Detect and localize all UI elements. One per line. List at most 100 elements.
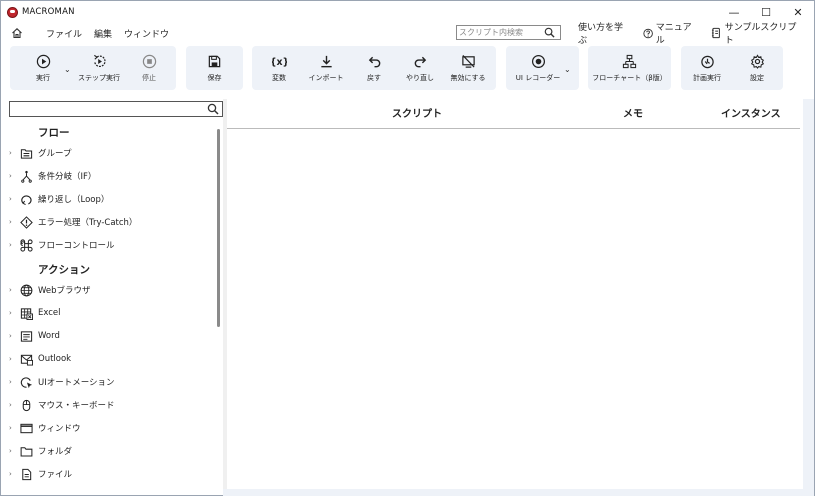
ui-recorder-button[interactable]: UI レコーダー — [510, 46, 566, 90]
variables-label: 変数 — [272, 73, 286, 82]
tree-item-ui-automation[interactable]: › UIオートメーション — [1, 373, 213, 391]
flowchart-icon — [622, 54, 637, 68]
script-search-input[interactable] — [457, 26, 543, 39]
tree-item-label: エラー処理（Try-Catch） — [38, 218, 138, 228]
disable-button[interactable]: 無効にする — [446, 46, 490, 90]
settings-label: 設定 — [750, 73, 764, 82]
variable-braces-icon: {x} — [272, 56, 287, 67]
header-divider — [227, 128, 800, 129]
script-search-box — [456, 25, 561, 40]
tree-item-try-catch[interactable]: › エラー処理（Try-Catch） — [1, 213, 213, 231]
tree-item-label: 条件分岐（IF） — [38, 172, 97, 182]
chevron-right-icon[interactable]: › — [9, 355, 16, 363]
tree-item-file[interactable]: › ファイル — [1, 465, 213, 483]
tree-search-box — [9, 101, 223, 117]
chevron-right-icon[interactable]: › — [9, 401, 16, 409]
flowchart-button[interactable]: フローチャート（β版） — [588, 46, 671, 90]
settings-button[interactable]: 設定 — [737, 46, 777, 90]
stop-icon — [142, 54, 156, 68]
action-tree-pane: フロー › グループ › 条件分岐（IF） › 繰り返し（Loop） › エラー… — [1, 99, 223, 496]
redo-icon — [414, 56, 426, 67]
word-icon — [20, 330, 33, 342]
menu-window[interactable]: ウィンドウ — [124, 27, 169, 40]
app-title: MACROMAN — [22, 7, 75, 17]
search-icon[interactable] — [544, 27, 555, 38]
tree-item-excel[interactable]: › Excel — [1, 304, 213, 322]
chevron-right-icon[interactable]: › — [9, 195, 16, 203]
run-button[interactable]: 実行 — [24, 46, 62, 90]
toolbar: 実行 ⌄ ステップ実行 停止 保存 x 変数 インポート 戻す やり直し 無効に… — [1, 43, 814, 95]
window-icon — [20, 423, 33, 433]
tree-item-label: ファイル — [38, 470, 73, 480]
tree-item-folder[interactable]: › フォルダ — [1, 442, 213, 460]
redo-button[interactable]: やり直し — [398, 46, 442, 90]
chevron-right-icon[interactable]: › — [9, 286, 16, 294]
home-icon[interactable] — [11, 27, 23, 39]
chevron-right-icon[interactable]: › — [9, 172, 16, 180]
column-header-instance[interactable]: インスタンス — [721, 105, 781, 120]
column-header-script[interactable]: スクリプト — [392, 105, 442, 120]
chevron-right-icon[interactable]: › — [9, 149, 16, 157]
tree-item-mouse-keyboard[interactable]: › マウス・キーボード — [1, 396, 213, 414]
chevron-right-icon[interactable]: › — [9, 424, 16, 432]
tree-item-label: Excel — [38, 308, 61, 318]
chevron-right-icon[interactable]: › — [9, 378, 16, 386]
tree-item-if[interactable]: › 条件分岐（IF） — [1, 167, 213, 185]
stop-label: 停止 — [142, 73, 156, 82]
tree-item-outlook[interactable]: › Outlook — [1, 350, 213, 368]
globe-icon — [20, 284, 33, 296]
recorder-dropdown-chevron-icon[interactable]: ⌄ — [564, 65, 571, 74]
disable-label: 無効にする — [450, 73, 486, 82]
app-window: MACROMAN — ☐ ✕ ファイル 編集 ウィンドウ 使い方を学ぶ — [0, 0, 815, 496]
undo-button[interactable]: 戻す — [356, 46, 392, 90]
schedule-settings-group: 計画実行 設定 — [681, 46, 783, 90]
chevron-right-icon[interactable]: › — [9, 470, 16, 478]
record-icon — [531, 54, 545, 68]
scheduled-run-button[interactable]: 計画実行 — [685, 46, 729, 90]
menu-bar: ファイル 編集 ウィンドウ 使い方を学ぶ マニュアル — [1, 23, 814, 46]
tree-item-word[interactable]: › Word — [1, 327, 213, 345]
chevron-right-icon[interactable]: › — [9, 447, 16, 455]
menu-file[interactable]: ファイル — [46, 27, 82, 40]
tree-item-flow-control[interactable]: › フローコントロール — [1, 236, 213, 254]
chevron-right-icon[interactable]: › — [9, 309, 16, 317]
tree-item-label: Word — [38, 331, 60, 341]
tree-item-web-browser[interactable]: › Webブラウザ — [1, 281, 213, 299]
file-icon — [22, 468, 32, 480]
import-button[interactable]: インポート — [304, 46, 348, 90]
menu-edit[interactable]: 編集 — [94, 27, 112, 40]
search-icon[interactable] — [207, 103, 219, 115]
group-icon — [20, 148, 33, 159]
chevron-right-icon[interactable]: › — [9, 332, 16, 340]
outlook-icon — [20, 354, 33, 366]
undo-icon — [368, 56, 380, 67]
save-button[interactable]: 保存 — [186, 46, 243, 90]
tree-scrollbar[interactable] — [217, 129, 220, 327]
tree-search-input[interactable] — [10, 102, 204, 116]
column-header-memo[interactable]: メモ — [623, 105, 643, 120]
chevron-right-icon[interactable]: › — [9, 218, 16, 226]
run-dropdown-chevron-icon[interactable]: ⌄ — [64, 65, 71, 74]
tree-item-label: UIオートメーション — [38, 378, 115, 388]
tree-item-window[interactable]: › ウィンドウ — [1, 419, 213, 437]
tree-item-group[interactable]: › グループ — [1, 144, 213, 162]
tree-item-label: 繰り返し（Loop） — [38, 195, 110, 205]
save-icon — [208, 55, 221, 67]
tree-item-label: マウス・キーボード — [38, 401, 115, 411]
tree-item-loop[interactable]: › 繰り返し（Loop） — [1, 190, 213, 208]
redo-label: やり直し — [406, 73, 434, 82]
step-run-button[interactable]: ステップ実行 — [76, 46, 122, 90]
folder-icon — [20, 446, 33, 456]
variables-button[interactable]: {x} 変数 — [258, 46, 300, 90]
import-label: インポート — [308, 73, 344, 82]
flowchart-group: フローチャート（β版） — [588, 46, 671, 90]
chevron-right-icon[interactable]: › — [9, 241, 16, 249]
ui-automation-icon — [20, 376, 33, 388]
svg-text:{x}: {x} — [272, 56, 287, 67]
section-header-flow: フロー — [38, 127, 70, 139]
stop-button[interactable]: 停止 — [130, 46, 168, 90]
step-run-label: ステップ実行 — [78, 73, 120, 82]
play-icon — [36, 54, 50, 68]
schedule-clock-icon — [700, 55, 714, 68]
edit-group: {x} 変数 インポート 戻す — [252, 46, 496, 90]
